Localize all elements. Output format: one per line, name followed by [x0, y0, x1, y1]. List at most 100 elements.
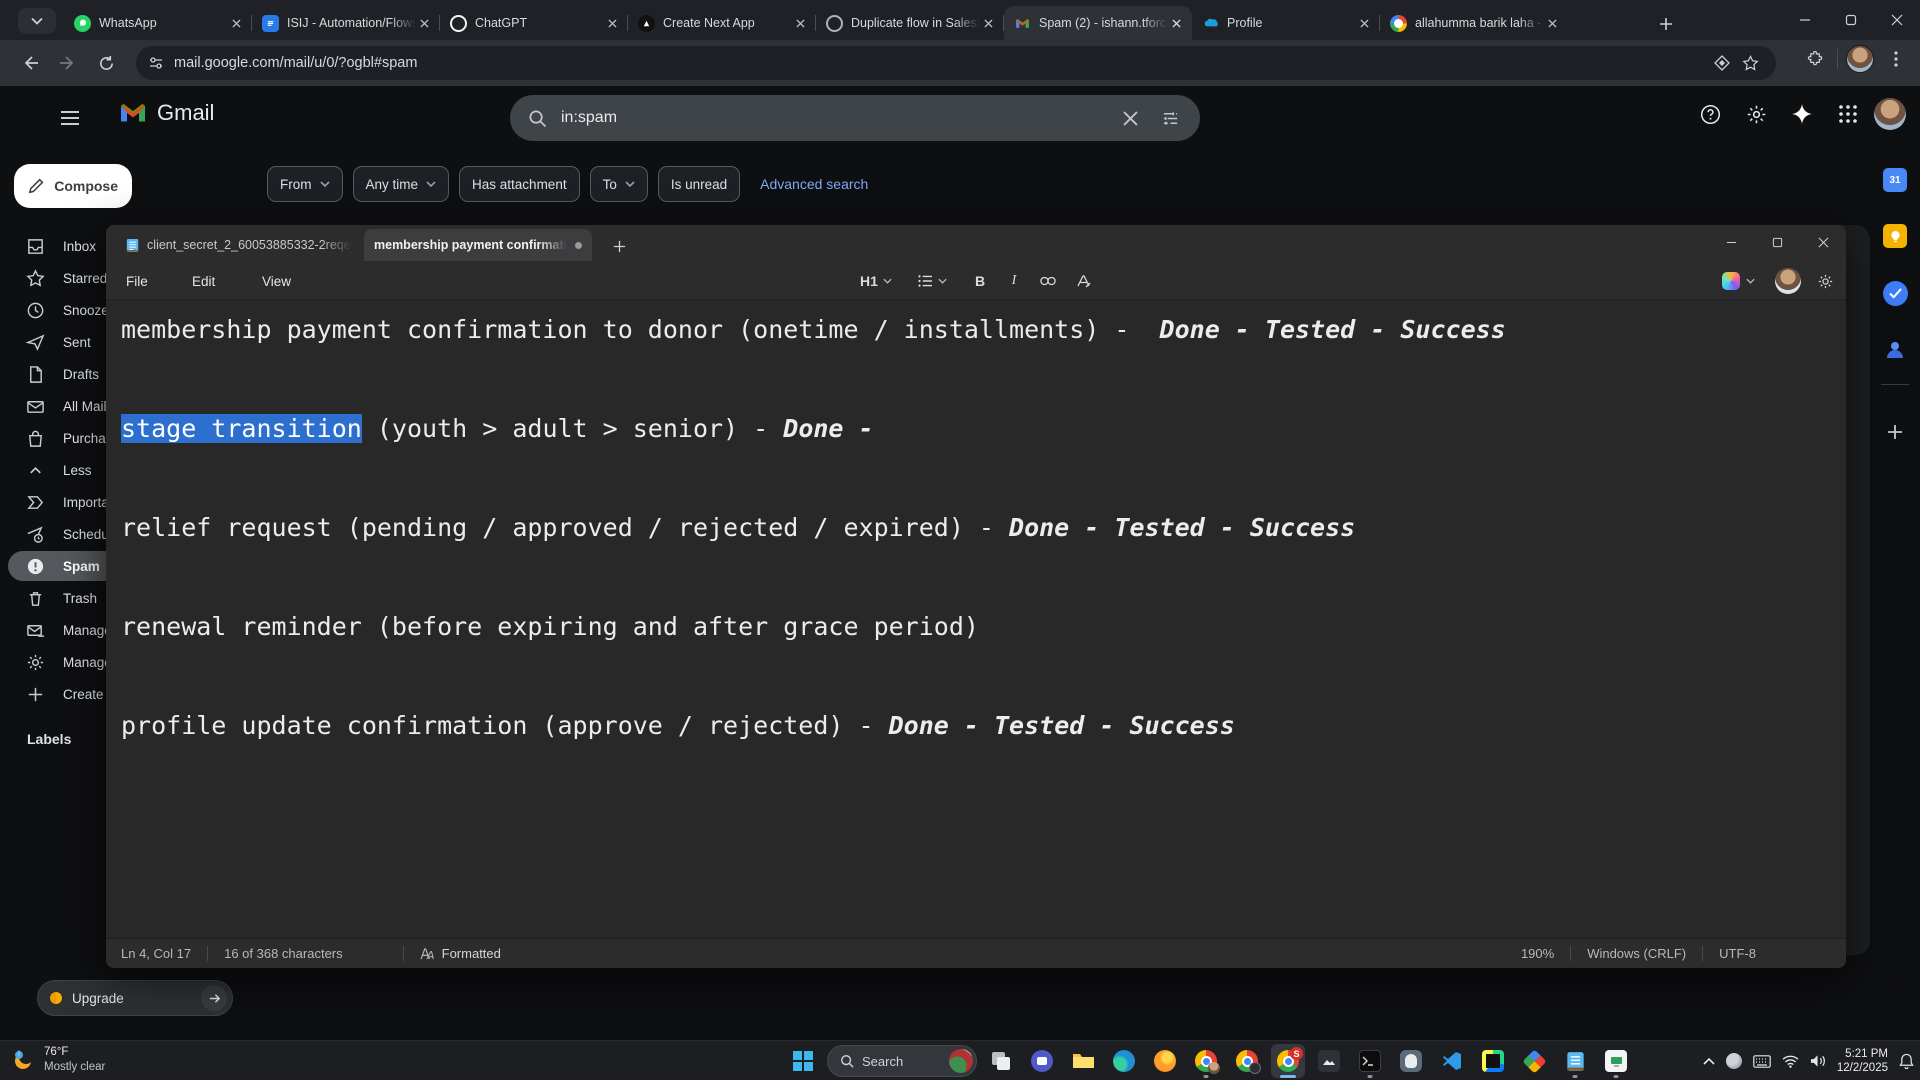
reading-mode-icon[interactable]: [1708, 49, 1736, 77]
file-explorer-icon[interactable]: [1066, 1044, 1100, 1078]
notepad-taskbar-icon[interactable]: [1558, 1044, 1592, 1078]
firefox-icon[interactable]: [1148, 1044, 1182, 1078]
chip-from[interactable]: From: [267, 166, 343, 202]
tab-chatgpt[interactable]: ChatGPT: [440, 6, 628, 40]
menu-view[interactable]: View: [252, 269, 301, 293]
forward-button[interactable]: [50, 45, 86, 81]
address-bar[interactable]: mail.google.com/mail/u/0/?ogbl#spam: [136, 46, 1776, 80]
taskbar-clock[interactable]: 5:21 PM 12/2/2025: [1837, 1047, 1888, 1075]
postgresql-icon[interactable]: [1394, 1044, 1428, 1078]
heading-style-button[interactable]: H1: [854, 268, 898, 294]
list-button[interactable]: [910, 268, 954, 294]
upgrade-arrow-icon[interactable]: [201, 985, 227, 1011]
apps-grid-icon[interactable]: [1828, 94, 1868, 134]
chrome-profile1-icon[interactable]: [1189, 1044, 1223, 1078]
encoding[interactable]: UTF-8: [1719, 946, 1756, 961]
chrome-profile2-icon[interactable]: [1230, 1044, 1264, 1078]
onedrive-icon[interactable]: [1725, 1053, 1742, 1069]
tab-close-icon[interactable]: [416, 15, 432, 31]
tab-close-icon[interactable]: [1544, 15, 1560, 31]
settings-gear-icon[interactable]: [1736, 94, 1776, 134]
menu-file[interactable]: File: [116, 269, 158, 293]
editor-line[interactable]: stage transition (youth > adult > senior…: [121, 404, 1846, 454]
taskpro-app-icon[interactable]: [1599, 1044, 1633, 1078]
chip-any-time[interactable]: Any time: [352, 166, 450, 202]
notepad-settings-button[interactable]: [1810, 268, 1840, 294]
tab-duplicate-flow[interactable]: Duplicate flow in Salesfor: [816, 6, 1004, 40]
chip-is-unread[interactable]: Is unread: [657, 166, 741, 202]
tab-close-icon[interactable]: [1168, 15, 1184, 31]
gemini-icon[interactable]: [1782, 94, 1822, 134]
tab-close-icon[interactable]: [792, 15, 808, 31]
taskbar-search[interactable]: Search: [827, 1045, 977, 1077]
colorsync-diamond-icon[interactable]: [1517, 1044, 1551, 1078]
chip-to[interactable]: To: [589, 166, 648, 202]
tab-create-next-app[interactable]: Create Next App: [628, 6, 816, 40]
wifi-icon[interactable]: [1782, 1055, 1799, 1068]
tab-close-icon[interactable]: [1356, 15, 1372, 31]
clear-search-icon[interactable]: [1110, 98, 1150, 138]
clear-format-button[interactable]: [1068, 268, 1098, 294]
start-button[interactable]: [786, 1044, 820, 1078]
italic-button[interactable]: I: [1000, 268, 1028, 294]
menu-edit[interactable]: Edit: [182, 269, 225, 293]
notepad-tab-membership[interactable]: membership payment confirmation: [364, 229, 592, 261]
editor-line[interactable]: membership payment confirmation to donor…: [121, 305, 1846, 355]
notepad-close-button[interactable]: [1800, 225, 1846, 259]
teams-chat-icon[interactable]: [1025, 1044, 1059, 1078]
copilot-button[interactable]: [1714, 268, 1762, 294]
bold-button[interactable]: B: [966, 268, 994, 294]
edge-icon[interactable]: [1107, 1044, 1141, 1078]
editor-line[interactable]: profile update confirmation (approve / r…: [121, 701, 1846, 751]
tab-close-icon[interactable]: [604, 15, 620, 31]
new-tab-button[interactable]: [1652, 10, 1680, 38]
photos-app-icon[interactable]: [1312, 1044, 1346, 1078]
chrome-active-icon[interactable]: S: [1271, 1044, 1305, 1078]
help-icon[interactable]: [1690, 94, 1730, 134]
chip-has-attachment[interactable]: Has attachment: [459, 166, 580, 202]
minimize-button[interactable]: [1782, 0, 1828, 40]
vscode-icon[interactable]: [1435, 1044, 1469, 1078]
notification-bell-icon[interactable]: [1899, 1053, 1914, 1069]
reload-button[interactable]: [88, 45, 124, 81]
terminal-icon[interactable]: [1353, 1044, 1387, 1078]
browser-profile-avatar[interactable]: [1846, 45, 1874, 73]
notepad-tab-client-secret[interactable]: client_secret_2_60053885332-2reqe52rrib: [116, 229, 362, 261]
keep-notes-icon[interactable]: [1877, 218, 1913, 254]
extensions-puzzle-icon[interactable]: [1801, 45, 1829, 73]
tray-expand-icon[interactable]: [1703, 1057, 1715, 1065]
wid-taskview-icon[interactable]: [984, 1044, 1018, 1078]
notepad-editor[interactable]: membership payment confirmation to donor…: [106, 300, 1846, 933]
search-options-icon[interactable]: [1150, 98, 1190, 138]
close-window-button[interactable]: [1874, 0, 1920, 40]
tab-salesforce-profile[interactable]: Profile: [1192, 6, 1380, 40]
get-addons-icon[interactable]: [1877, 414, 1913, 450]
notepad-maximize-button[interactable]: [1754, 225, 1800, 259]
search-input[interactable]: in:spam: [561, 109, 1110, 127]
zoom-level[interactable]: 190%: [1521, 946, 1554, 961]
tab-close-icon[interactable]: [228, 15, 244, 31]
maximize-button[interactable]: [1828, 0, 1874, 40]
speaker-icon[interactable]: [1810, 1054, 1826, 1068]
tab-google-search[interactable]: allahumma barik laha - G: [1380, 6, 1568, 40]
notepad-account-avatar[interactable]: [1772, 268, 1804, 294]
advanced-search-link[interactable]: Advanced search: [760, 176, 868, 192]
main-menu-button[interactable]: [48, 96, 92, 140]
tab-search-button[interactable]: [18, 8, 56, 34]
touch-keyboard-icon[interactable]: [1753, 1054, 1771, 1068]
weather-widget[interactable]: 76°F Mostly clear: [10, 1045, 105, 1075]
line-ending[interactable]: Windows (CRLF): [1587, 946, 1686, 961]
notepad-minimize-button[interactable]: [1708, 225, 1754, 259]
link-button[interactable]: [1034, 268, 1062, 294]
tab-isij-automation[interactable]: ISIJ - Automation/Flows S: [252, 6, 440, 40]
menu-kebab-icon[interactable]: [1882, 45, 1910, 73]
search-icon[interactable]: [528, 109, 547, 128]
notepad-new-tab-button[interactable]: [606, 233, 632, 259]
editor-line[interactable]: renewal reminder (before expiring and af…: [121, 602, 1846, 652]
back-button[interactable]: [12, 45, 48, 81]
contacts-icon[interactable]: [1877, 332, 1913, 368]
url-text[interactable]: mail.google.com/mail/u/0/?ogbl#spam: [174, 55, 1708, 71]
tab-close-icon[interactable]: [980, 15, 996, 31]
editor-line[interactable]: relief request (pending / approved / rej…: [121, 503, 1846, 553]
gmail-search-bar[interactable]: in:spam: [510, 95, 1200, 141]
